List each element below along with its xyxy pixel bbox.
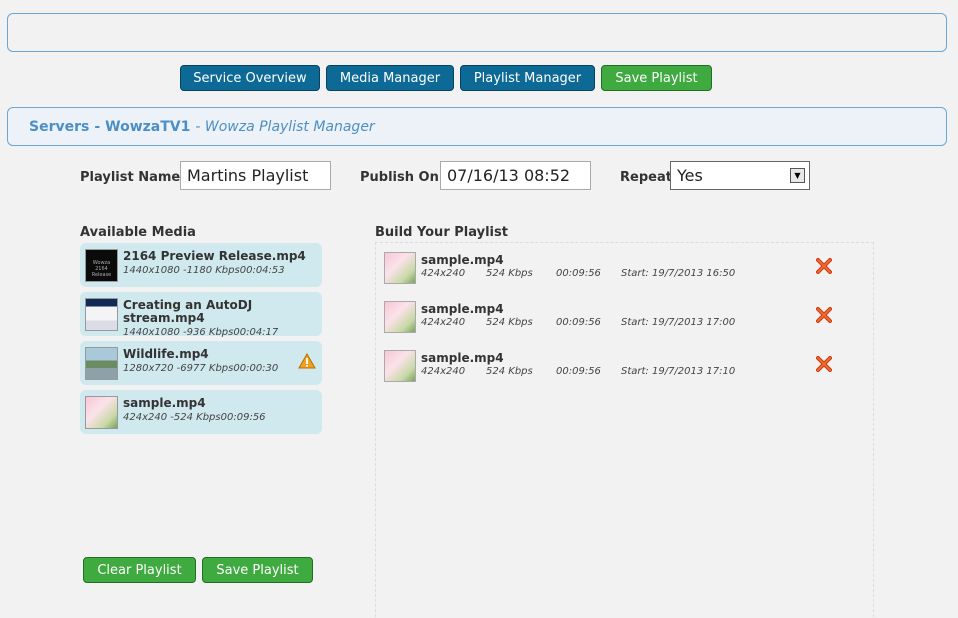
media-item-name: sample.mp4 xyxy=(123,396,206,410)
playlist-item-name: sample.mp4 xyxy=(421,302,504,316)
video-thumbnail xyxy=(384,252,416,284)
media-item-name: 2164 Preview Release.mp4 xyxy=(123,249,306,263)
playlist-item[interactable]: sample.mp4 424x240 524 Kbps 00:09:56 Sta… xyxy=(384,250,854,284)
media-item-name: Creating an AutoDJ stream.mp4 xyxy=(123,298,253,325)
publish-on-input[interactable]: 07/16/13 08:52 xyxy=(440,161,591,190)
playlist-item-bitrate: 524 Kbps xyxy=(486,268,533,279)
service-overview-button[interactable]: Service Overview xyxy=(180,65,320,91)
main-nav: Service Overview Media Manager Playlist … xyxy=(0,65,958,91)
video-thumbnail xyxy=(384,301,416,333)
playlist-item-start: Start: 19/7/2013 16:50 xyxy=(621,268,736,279)
playlist-item-resolution: 424x240 xyxy=(421,317,466,328)
media-item[interactable]: Wildlife.mp4 1280x720 -6977 Kbps00:00:30 xyxy=(80,341,322,385)
media-item-meta: 1440x1080 -936 Kbps00:04:17 xyxy=(123,327,279,338)
media-item[interactable]: sample.mp4 424x240 -524 Kbps00:09:56 xyxy=(80,390,322,434)
playlist-item[interactable]: sample.mp4 424x240 524 Kbps 00:09:56 Sta… xyxy=(384,299,854,333)
save-playlist-top-button[interactable]: Save Playlist xyxy=(601,65,712,91)
repeat-select[interactable]: Yes ▼ xyxy=(670,161,810,190)
video-thumbnail xyxy=(85,347,118,380)
repeat-selected-value: Yes xyxy=(677,166,703,185)
publish-on-label: Publish On: xyxy=(360,170,445,185)
playlist-item-resolution: 424x240 xyxy=(421,366,466,377)
video-thumbnail xyxy=(85,396,118,429)
playlist-item-duration: 00:09:56 xyxy=(556,366,601,377)
playlist-item-duration: 00:09:56 xyxy=(556,268,601,279)
playlist-item-duration: 00:09:56 xyxy=(556,317,601,328)
clear-playlist-button[interactable]: Clear Playlist xyxy=(83,557,196,583)
delete-icon[interactable] xyxy=(815,257,833,275)
playlist-item-start: Start: 19/7/2013 17:00 xyxy=(621,317,736,328)
playlist-name-input[interactable]: Martins Playlist xyxy=(180,161,331,190)
media-item[interactable]: Wowza 2164 Release 2164 Preview Release.… xyxy=(80,243,322,287)
save-playlist-button[interactable]: Save Playlist xyxy=(202,557,313,583)
media-item-meta: 424x240 -524 Kbps00:09:56 xyxy=(123,412,266,423)
playlist-item-resolution: 424x240 xyxy=(421,268,466,279)
server-name[interactable]: WowzaTV1 xyxy=(105,119,190,135)
playlist-item-bitrate: 524 Kbps xyxy=(486,366,533,377)
header-subtitle: - Wowza Playlist Manager xyxy=(195,118,375,135)
available-media-title: Available Media xyxy=(80,225,196,240)
playlist-item-name: sample.mp4 xyxy=(421,253,504,267)
media-manager-button[interactable]: Media Manager xyxy=(326,65,454,91)
video-thumbnail: Wowza 2164 Release xyxy=(85,249,118,282)
playlist-name-label: Playlist Name: xyxy=(80,170,186,185)
top-bar xyxy=(7,13,947,52)
delete-icon[interactable] xyxy=(815,355,833,373)
build-playlist-title: Build Your Playlist xyxy=(375,225,508,240)
header-separator: - xyxy=(94,118,101,135)
playlist-item[interactable]: sample.mp4 424x240 524 Kbps 00:09:56 Sta… xyxy=(384,348,854,382)
warning-icon xyxy=(298,353,316,369)
delete-icon[interactable] xyxy=(815,306,833,324)
media-item-meta: 1440x1080 -1180 Kbps00:04:53 xyxy=(123,265,285,276)
video-thumbnail xyxy=(85,298,118,331)
servers-link[interactable]: Servers xyxy=(29,119,89,135)
video-thumbnail xyxy=(384,350,416,382)
repeat-label: Repeat xyxy=(620,170,672,185)
page-header: Servers - WowzaTV1 - Wowza Playlist Mana… xyxy=(7,107,947,146)
media-item-meta: 1280x720 -6977 Kbps00:00:30 xyxy=(123,363,279,374)
media-item-name: Wildlife.mp4 xyxy=(123,347,209,361)
playlist-item-bitrate: 524 Kbps xyxy=(486,317,533,328)
media-item[interactable]: Creating an AutoDJ stream.mp4 1440x1080 … xyxy=(80,292,322,338)
chevron-down-icon[interactable]: ▼ xyxy=(790,168,805,183)
playlist-item-name: sample.mp4 xyxy=(421,351,504,365)
playlist-item-start: Start: 19/7/2013 17:10 xyxy=(621,366,736,377)
playlist-manager-button[interactable]: Playlist Manager xyxy=(460,65,595,91)
